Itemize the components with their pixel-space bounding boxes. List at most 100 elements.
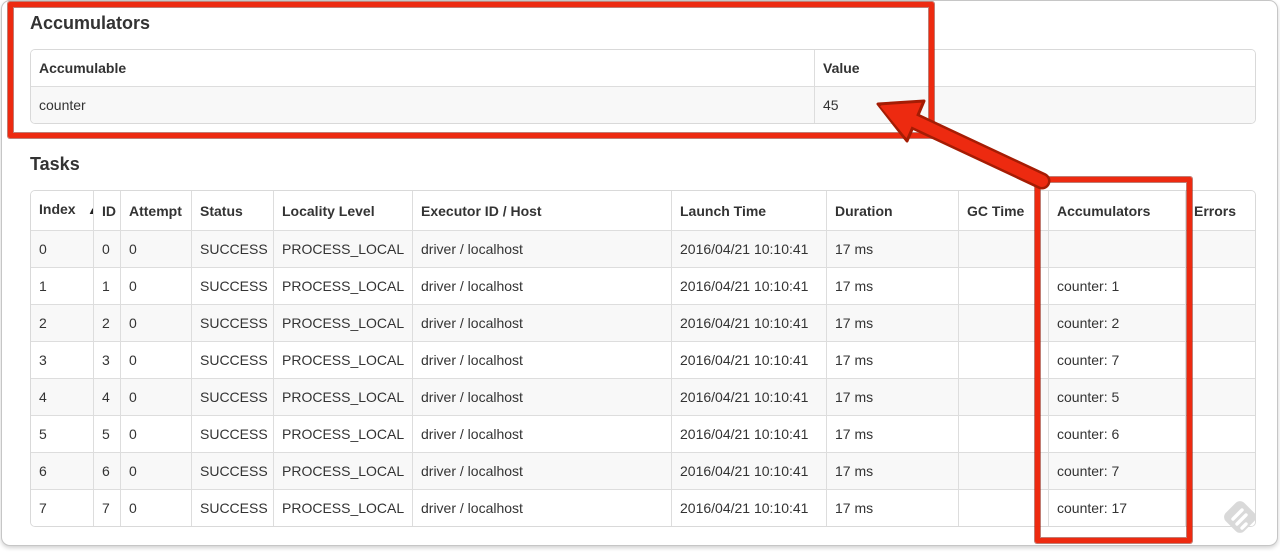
- executor-cell: driver / localhost: [412, 415, 671, 452]
- duration-cell: 17 ms: [826, 489, 958, 526]
- launch-time-cell: 2016/04/21 10:10:41: [671, 489, 826, 526]
- errors-cell: [1185, 230, 1255, 267]
- column-header-launch-time[interactable]: Launch Time: [671, 191, 826, 230]
- errors-cell: [1185, 267, 1255, 304]
- status-cell: SUCCESS: [191, 230, 273, 267]
- tasks-section-title: Tasks: [30, 154, 80, 174]
- accumulators-section-title: Accumulators: [30, 13, 151, 33]
- column-header-locality-level[interactable]: Locality Level: [273, 191, 412, 230]
- attempt-cell: 0: [120, 415, 191, 452]
- accumulators-cell: counter: 7: [1048, 452, 1185, 489]
- task-row: 0 0 0 SUCCESS PROCESS_LOCAL driver / loc…: [31, 230, 1255, 267]
- index-cell: 0: [31, 230, 93, 267]
- index-cell: 6: [31, 452, 93, 489]
- attempt-cell: 0: [120, 230, 191, 267]
- attempt-cell: 0: [120, 341, 191, 378]
- duration-cell: 17 ms: [826, 304, 958, 341]
- index-header-label: Index: [39, 201, 76, 217]
- attempt-cell: 0: [120, 304, 191, 341]
- gc-time-cell: [958, 378, 1048, 415]
- id-cell: 7: [93, 489, 120, 526]
- executor-cell: driver / localhost: [412, 230, 671, 267]
- column-header-errors[interactable]: Errors: [1185, 191, 1255, 230]
- attempt-cell: 0: [120, 489, 191, 526]
- duration-cell: 17 ms: [826, 230, 958, 267]
- locality-cell: PROCESS_LOCAL: [273, 489, 412, 526]
- gc-time-cell: [958, 230, 1048, 267]
- index-cell: 4: [31, 378, 93, 415]
- accumulator-row: counter 45: [31, 86, 1255, 123]
- column-header-gc-time[interactable]: GC Time: [958, 191, 1048, 230]
- gc-time-cell: [958, 304, 1048, 341]
- errors-cell: [1185, 452, 1255, 489]
- executor-cell: driver / localhost: [412, 341, 671, 378]
- executor-cell: driver / localhost: [412, 378, 671, 415]
- index-cell: 3: [31, 341, 93, 378]
- gc-time-cell: [958, 415, 1048, 452]
- id-cell: 0: [93, 230, 120, 267]
- sort-ascending-icon: ▲: [88, 206, 93, 217]
- column-header-value[interactable]: Value: [814, 50, 1255, 86]
- gc-time-cell: [958, 452, 1048, 489]
- status-cell: SUCCESS: [191, 452, 273, 489]
- locality-cell: PROCESS_LOCAL: [273, 267, 412, 304]
- index-cell: 1: [31, 267, 93, 304]
- task-row: 4 4 0 SUCCESS PROCESS_LOCAL driver / loc…: [31, 378, 1255, 415]
- id-cell: 1: [93, 267, 120, 304]
- attempt-cell: 0: [120, 452, 191, 489]
- skitch-watermark-icon: [1224, 501, 1256, 533]
- launch-time-cell: 2016/04/21 10:10:41: [671, 230, 826, 267]
- errors-cell: [1185, 304, 1255, 341]
- locality-cell: PROCESS_LOCAL: [273, 415, 412, 452]
- column-header-executor-id-host[interactable]: Executor ID / Host: [412, 191, 671, 230]
- locality-cell: PROCESS_LOCAL: [273, 378, 412, 415]
- id-cell: 3: [93, 341, 120, 378]
- errors-cell: [1185, 341, 1255, 378]
- gc-time-cell: [958, 489, 1048, 526]
- column-header-index[interactable]: Index ▲: [31, 191, 93, 230]
- duration-cell: 17 ms: [826, 452, 958, 489]
- gc-time-cell: [958, 341, 1048, 378]
- column-header-accumulators[interactable]: Accumulators: [1048, 191, 1185, 230]
- launch-time-cell: 2016/04/21 10:10:41: [671, 267, 826, 304]
- executor-cell: driver / localhost: [412, 304, 671, 341]
- attempt-cell: 0: [120, 267, 191, 304]
- spark-ui-page: Accumulators Accumulable Value counter 4…: [1, 0, 1278, 546]
- id-cell: 4: [93, 378, 120, 415]
- tasks-header-row: Index▲ ID Attempt Status Locality Level …: [31, 191, 1255, 230]
- duration-cell: 17 ms: [826, 267, 958, 304]
- task-row: 1 1 0 SUCCESS PROCESS_LOCAL driver / loc…: [31, 267, 1255, 304]
- task-row: 3 3 0 SUCCESS PROCESS_LOCAL driver / loc…: [31, 341, 1255, 378]
- column-header-id[interactable]: ID: [93, 191, 120, 230]
- locality-cell: PROCESS_LOCAL: [273, 304, 412, 341]
- launch-time-cell: 2016/04/21 10:10:41: [671, 341, 826, 378]
- executor-cell: driver / localhost: [412, 489, 671, 526]
- errors-cell: [1185, 378, 1255, 415]
- tasks-table: Index▲ ID Attempt Status Locality Level …: [30, 190, 1256, 527]
- accumulators-header-row: Accumulable Value: [31, 50, 1255, 86]
- column-header-attempt[interactable]: Attempt: [120, 191, 191, 230]
- gc-time-cell: [958, 267, 1048, 304]
- accumulable-value-cell: 45: [814, 86, 1255, 123]
- status-cell: SUCCESS: [191, 341, 273, 378]
- duration-cell: 17 ms: [826, 378, 958, 415]
- duration-cell: 17 ms: [826, 415, 958, 452]
- accumulators-table: Accumulable Value counter 45: [30, 49, 1256, 124]
- task-row: 7 7 0 SUCCESS PROCESS_LOCAL driver / loc…: [31, 489, 1255, 526]
- index-cell: 2: [31, 304, 93, 341]
- locality-cell: PROCESS_LOCAL: [273, 452, 412, 489]
- accumulators-cell: [1048, 230, 1185, 267]
- accumulators-cell: counter: 2: [1048, 304, 1185, 341]
- errors-cell: [1185, 415, 1255, 452]
- accumulators-cell: counter: 5: [1048, 378, 1185, 415]
- accumulable-name-cell: counter: [31, 86, 814, 123]
- launch-time-cell: 2016/04/21 10:10:41: [671, 415, 826, 452]
- column-header-accumulable[interactable]: Accumulable: [31, 50, 814, 86]
- accumulators-cell: counter: 7: [1048, 341, 1185, 378]
- accumulators-cell: counter: 1: [1048, 267, 1185, 304]
- column-header-duration[interactable]: Duration: [826, 191, 958, 230]
- accumulators-cell: counter: 17: [1048, 489, 1185, 526]
- status-cell: SUCCESS: [191, 267, 273, 304]
- column-header-status[interactable]: Status: [191, 191, 273, 230]
- status-cell: SUCCESS: [191, 378, 273, 415]
